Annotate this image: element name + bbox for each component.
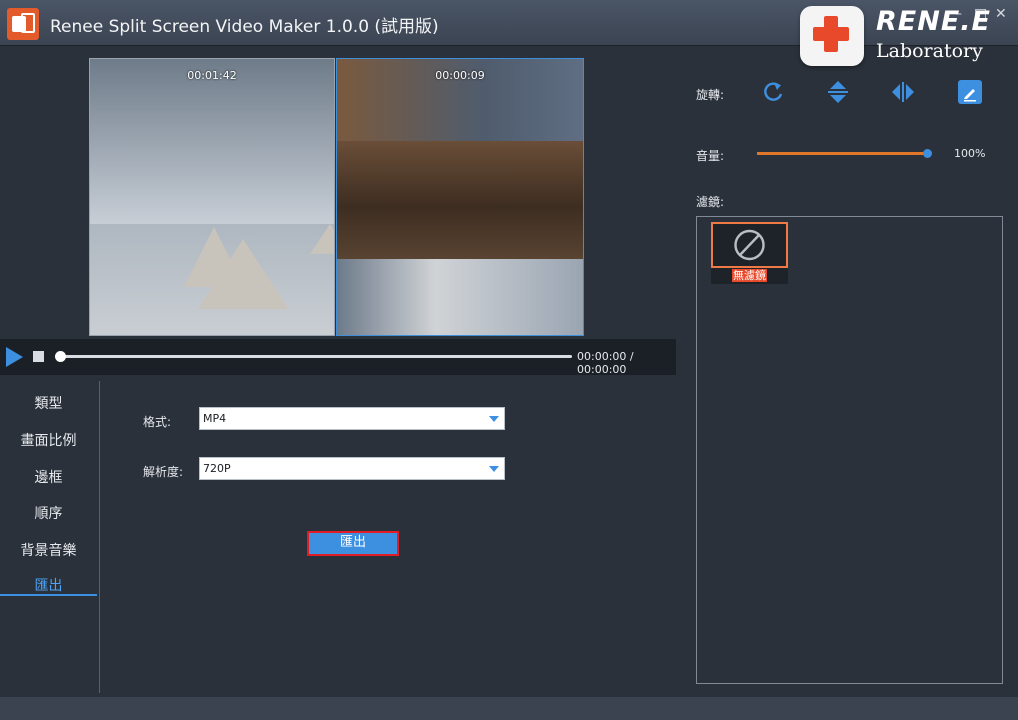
volume-handle[interactable] xyxy=(923,149,932,158)
filter-list: 無濾鏡 xyxy=(696,216,1003,684)
resolution-label: 解析度: xyxy=(143,465,184,479)
nav-item-type[interactable]: 類型 xyxy=(0,393,97,413)
volume-value: 100% xyxy=(954,147,986,160)
nav-item-bgm[interactable]: 背景音樂 xyxy=(0,540,97,560)
video-preview: 00:01:42 00:00:09 xyxy=(0,58,676,338)
format-value: MP4 xyxy=(203,412,227,425)
rotate-clockwise-icon[interactable] xyxy=(759,78,787,106)
settings-nav: 類型 畫面比例 邊框 順序 背景音樂 匯出 xyxy=(0,381,100,693)
volume-label: 音量: xyxy=(696,149,725,163)
left-timecode: 00:01:42 xyxy=(187,69,237,82)
filter-label: 濾鏡: xyxy=(696,195,725,209)
right-timecode: 00:00:09 xyxy=(435,69,485,82)
brand-cross-icon xyxy=(800,6,864,66)
status-bar xyxy=(0,697,1018,720)
nav-item-export[interactable]: 匯出 xyxy=(0,575,97,595)
nav-active-indicator xyxy=(0,594,97,596)
seek-slider[interactable] xyxy=(60,355,572,358)
nav-item-order[interactable]: 順序 xyxy=(0,503,97,523)
format-label: 格式: xyxy=(143,415,172,429)
volume-slider[interactable] xyxy=(757,152,927,155)
nav-item-border[interactable]: 邊框 xyxy=(0,467,97,487)
chevron-down-icon xyxy=(489,416,499,422)
nav-item-aspect-ratio[interactable]: 畫面比例 xyxy=(0,430,97,450)
resolution-select[interactable]: 720P xyxy=(199,457,505,480)
flip-horizontal-icon[interactable] xyxy=(889,78,917,106)
export-panel: 格式: MP4 解析度: 720P 匯出 xyxy=(101,381,676,693)
preview-pane-right[interactable]: 00:00:09 xyxy=(336,58,584,336)
edit-icon[interactable] xyxy=(956,78,984,106)
effects-panel: 旋轉: 音量: 100% 濾鏡: 無濾鏡 xyxy=(686,58,1018,698)
flip-vertical-icon[interactable] xyxy=(824,78,852,106)
chevron-down-icon xyxy=(489,466,499,472)
export-button[interactable]: 匯出 xyxy=(307,531,399,556)
app-logo-icon xyxy=(7,8,39,40)
filter-none-caption[interactable]: 無濾鏡 xyxy=(711,268,788,284)
no-filter-icon xyxy=(734,229,765,261)
play-icon[interactable] xyxy=(6,347,23,367)
seek-handle[interactable] xyxy=(55,351,66,362)
filter-none-thumb[interactable] xyxy=(711,222,788,268)
playback-bar: 00:00:00 / 00:00:00 xyxy=(0,339,676,376)
window-title: Renee Split Screen Video Maker 1.0.0 (試用… xyxy=(50,17,439,37)
time-readout: 00:00:00 / 00:00:00 xyxy=(577,350,634,376)
preview-pane-left[interactable]: 00:01:42 xyxy=(89,58,335,336)
brand-name: RENE.E xyxy=(876,6,991,37)
rotate-label: 旋轉: xyxy=(696,88,725,102)
stop-icon[interactable] xyxy=(33,351,44,362)
resolution-value: 720P xyxy=(203,462,231,475)
format-select[interactable]: MP4 xyxy=(199,407,505,430)
